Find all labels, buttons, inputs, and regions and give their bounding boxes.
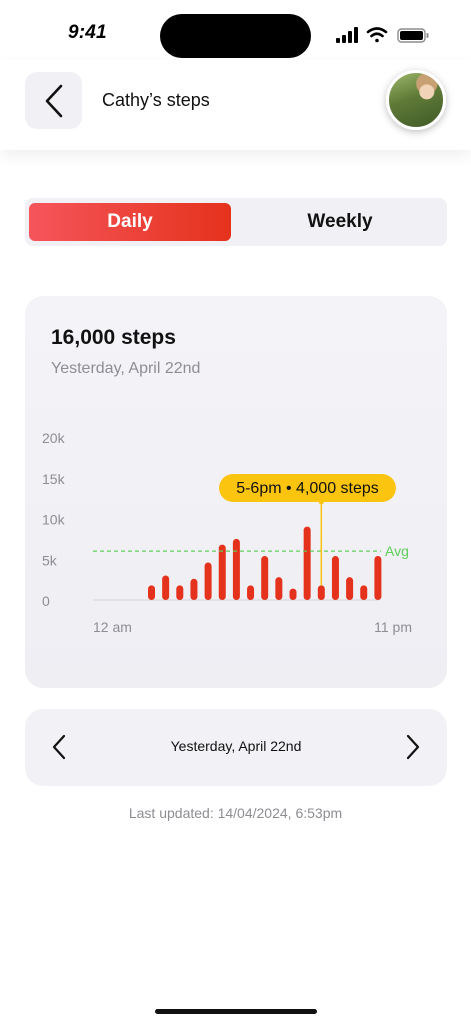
chart-bar	[204, 562, 212, 600]
signal-icon	[336, 27, 358, 43]
chevron-left-icon	[45, 84, 62, 117]
x-start-label: 12 am	[93, 619, 132, 635]
chart-bar	[331, 555, 339, 600]
avatar[interactable]	[386, 70, 446, 130]
chart-bar	[162, 575, 170, 600]
tab-daily[interactable]: Daily	[29, 203, 231, 241]
home-indicator	[155, 1009, 317, 1014]
status-time: 9:41	[68, 22, 107, 43]
steps-bar-chart: 20k 15k 10k 5k 0 Avg 5-6pm • 4,000 steps 12 am 1…	[42, 430, 412, 635]
chart-bar	[247, 585, 255, 600]
chart-bar	[148, 585, 155, 600]
header: Cathy’s steps	[0, 60, 471, 150]
y-tick-label: 0	[42, 593, 50, 609]
chart-bar	[289, 588, 297, 600]
date-navigator: Yesterday, April 22nd	[25, 709, 447, 786]
average-label: Avg	[385, 543, 409, 559]
steps-card: 16,000 steps Yesterday, April 22nd 20k 15…	[25, 296, 447, 688]
wifi-icon	[366, 27, 388, 43]
date-nav-label: Yesterday, April 22nd	[170, 738, 302, 754]
chart-bar	[374, 555, 382, 600]
y-tick-label: 20k	[42, 430, 66, 446]
last-updated-text: Last updated: 14/04/2024, 6:53pm	[128, 805, 343, 821]
chart-bar	[232, 538, 240, 600]
back-button[interactable]	[25, 72, 82, 129]
chart-bar	[275, 577, 283, 600]
period-segmented-control: Daily Weekly	[25, 198, 447, 246]
y-tick-label: 15k	[42, 471, 66, 487]
battery-icon	[397, 28, 429, 43]
chevron-right-icon	[406, 734, 420, 760]
chart-bar	[346, 577, 354, 600]
chart-bar	[303, 526, 311, 600]
y-tick-label: 5k	[42, 552, 58, 568]
dynamic-island	[160, 14, 311, 58]
y-tick-label: 10k	[42, 512, 66, 528]
status-icons	[336, 26, 436, 46]
tab-weekly[interactable]: Weekly	[237, 203, 443, 241]
chart-bar	[261, 555, 269, 600]
page-title: Cathy’s steps	[102, 90, 210, 110]
chart-bar	[190, 578, 198, 600]
tooltip-text: 5-6pm • 4,000 steps	[236, 480, 379, 497]
chart-bar	[218, 544, 226, 600]
chart-bar	[176, 585, 184, 600]
next-day-button[interactable]	[401, 733, 425, 761]
chart-bar	[317, 585, 325, 600]
chart-bar	[360, 585, 368, 600]
status-bar: 9:41	[0, 0, 471, 60]
x-end-label: 11 pm	[374, 619, 412, 635]
